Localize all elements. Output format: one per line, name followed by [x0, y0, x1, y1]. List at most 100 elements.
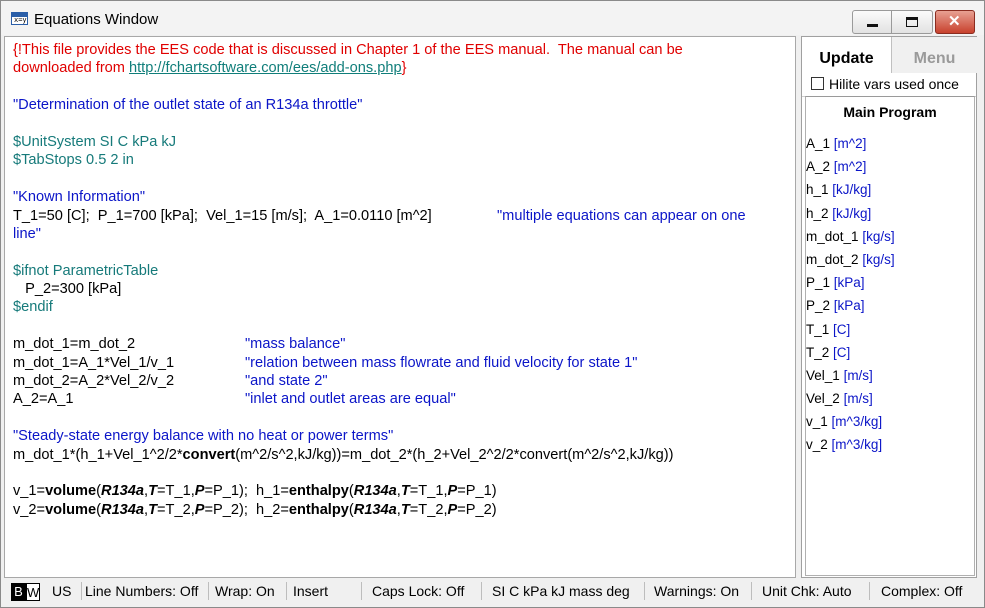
code-line: $endif — [13, 298, 791, 316]
status-bar: BW US Line Numbers: Off Wrap: On Insert … — [1, 579, 984, 607]
variable-unit: [kPa] — [833, 275, 865, 291]
hilite-label: Hilite vars used once — [829, 76, 959, 92]
variable-item[interactable]: h_1 [kJ/kg] — [806, 181, 895, 204]
status-warnings[interactable]: Warnings: On — [654, 583, 739, 599]
close-icon: ✕ — [948, 13, 961, 30]
fluid-name: R134a — [101, 483, 145, 500]
equations-editor[interactable]: {!This file provides the EES code that i… — [4, 36, 796, 578]
bw-white: W — [26, 583, 40, 601]
app-icon-text: x=y — [14, 16, 27, 24]
property-key: T — [148, 501, 158, 518]
property-key: P — [447, 483, 458, 500]
fluid-name: R134a — [353, 483, 397, 500]
variable-name: v_1 — [806, 414, 828, 430]
comment-text: "and state 2" — [245, 373, 328, 390]
divider — [81, 582, 82, 600]
variable-list[interactable]: Main Program A_1 [m^2] A_2 [m^2] h_1 [kJ/k… — [805, 96, 975, 576]
tab-menu[interactable]: Menu — [891, 37, 977, 73]
hilite-checkbox[interactable] — [811, 77, 824, 90]
status-wrap[interactable]: Wrap: On — [215, 583, 275, 599]
comment-text: "inlet and outlet areas are equal" — [245, 391, 456, 408]
variable-unit: [m^2] — [833, 136, 867, 151]
comment-text: "Known Information" — [13, 189, 146, 206]
equation-text: =P_1) — [457, 483, 497, 500]
variable-name: T_1 — [806, 321, 830, 337]
equation-text: =T_2, — [157, 501, 195, 518]
variable-item[interactable]: Vel_2 [m/s] — [806, 390, 895, 413]
code-line: $TabStops 0.5 2 in — [13, 151, 791, 169]
status-insert[interactable]: Insert — [293, 583, 328, 599]
status-line-numbers[interactable]: Line Numbers: Off — [85, 583, 198, 599]
status-unit-system[interactable]: SI C kPa kJ mass deg — [492, 583, 630, 599]
code-line: "Determination of the outlet state of an… — [13, 96, 791, 114]
equation-text: A_2=A_1 — [13, 391, 74, 408]
code-line: $ifnot ParametricTable — [13, 262, 791, 280]
code-line: m_dot_1=m_dot_2 "mass balance" — [13, 335, 791, 353]
comment-text: downloaded from — [13, 60, 130, 77]
bw-black: B — [11, 583, 26, 601]
variable-unit: [m/s] — [843, 367, 873, 383]
status-unit-check[interactable]: Unit Chk: Auto — [762, 583, 852, 599]
comment-text: } — [401, 60, 407, 77]
variable-unit: [kPa] — [833, 298, 865, 314]
status-units-us[interactable]: US — [52, 583, 71, 599]
minimize-button[interactable] — [852, 10, 892, 34]
hilite-option[interactable]: Hilite vars used once — [802, 74, 976, 97]
variable-item[interactable]: h_2 [kJ/kg] — [806, 205, 895, 228]
property-key: P — [194, 501, 205, 518]
variable-name: m_dot_2 — [806, 251, 859, 267]
variable-item[interactable]: m_dot_1 [kg/s] — [806, 228, 895, 251]
variable-item[interactable]: A_2 [m^2] — [806, 158, 895, 181]
comment-text: line" — [13, 225, 41, 242]
equation-text: =P_1); h_1= — [204, 483, 289, 500]
code-area[interactable]: {!This file provides the EES code that i… — [13, 41, 791, 519]
code-line: m_dot_1=A_1*Vel_1/v_1 "relation between m… — [13, 354, 791, 372]
equation-text: m_dot_1=A_1*Vel_1/v_1 — [13, 354, 175, 371]
variable-item[interactable]: Vel_1 [m/s] — [806, 367, 895, 390]
property-key: P — [194, 483, 205, 500]
variable-name: A_2 — [806, 159, 831, 175]
title-bar[interactable]: x=y Equations Window ✕ — [1, 1, 984, 35]
equation-text: =P_2) — [457, 501, 497, 518]
directive-text: $UnitSystem SI C kPa kJ — [13, 133, 177, 150]
directive-text: $endif — [13, 299, 53, 316]
variable-item[interactable]: P_2 [kPa] — [806, 297, 895, 320]
bw-toggle[interactable]: BW — [11, 583, 40, 601]
equations-app-icon: x=y — [11, 12, 28, 25]
function-name: convert — [182, 446, 236, 463]
variable-unit: [C] — [833, 321, 851, 337]
function-name: enthalpy — [288, 483, 349, 500]
variable-item[interactable]: A_1 [m^2] — [806, 135, 895, 158]
variable-item[interactable]: T_1 [C] — [806, 321, 895, 344]
equation-text: =T_2, — [409, 501, 448, 518]
variable-item[interactable]: v_1 [m^3/kg] — [806, 413, 895, 436]
code-line: {!This file provides the EES code that i… — [13, 41, 791, 59]
directive-text: $TabStops 0.5 2 in — [13, 152, 134, 169]
equation-text: (m^2/s^2,kJ/kg))=m_dot_2*(h_2+Vel_2^2/2*… — [235, 446, 674, 463]
variable-item[interactable]: T_2 [C] — [806, 344, 895, 367]
code-line: A_2=A_1 "inlet and outlet areas are equal… — [13, 390, 791, 408]
code-line: $UnitSystem SI C kPa kJ — [13, 133, 791, 151]
function-name: volume — [45, 483, 97, 500]
maximize-button[interactable] — [892, 10, 933, 34]
section-title: Main Program — [843, 104, 937, 120]
close-button[interactable]: ✕ — [935, 10, 975, 34]
property-key: T — [400, 483, 410, 500]
variable-item[interactable]: m_dot_2 [kg/s] — [806, 251, 895, 274]
equation-text: =T_1, — [409, 483, 448, 500]
code-line: downloaded from http://fchartsoftware.co… — [13, 59, 791, 77]
tab-update[interactable]: Update — [802, 37, 891, 73]
variable-name: A_1 — [806, 136, 831, 151]
status-complex[interactable]: Complex: Off — [881, 583, 962, 599]
variable-item[interactable]: v_2 [m^3/kg] — [806, 436, 895, 459]
window-title: Equations Window — [34, 11, 159, 28]
variable-item[interactable]: P_1 [kPa] — [806, 274, 895, 297]
manual-link[interactable]: http://fchartsoftware.com/ees/add-ons.ph… — [129, 60, 402, 76]
equations-window: x=y Equations Window ✕ {!This file provi… — [0, 0, 985, 608]
code-line: v_1=volume(R134a,T=T_1,P=P_1); h_1=entha… — [13, 482, 791, 500]
